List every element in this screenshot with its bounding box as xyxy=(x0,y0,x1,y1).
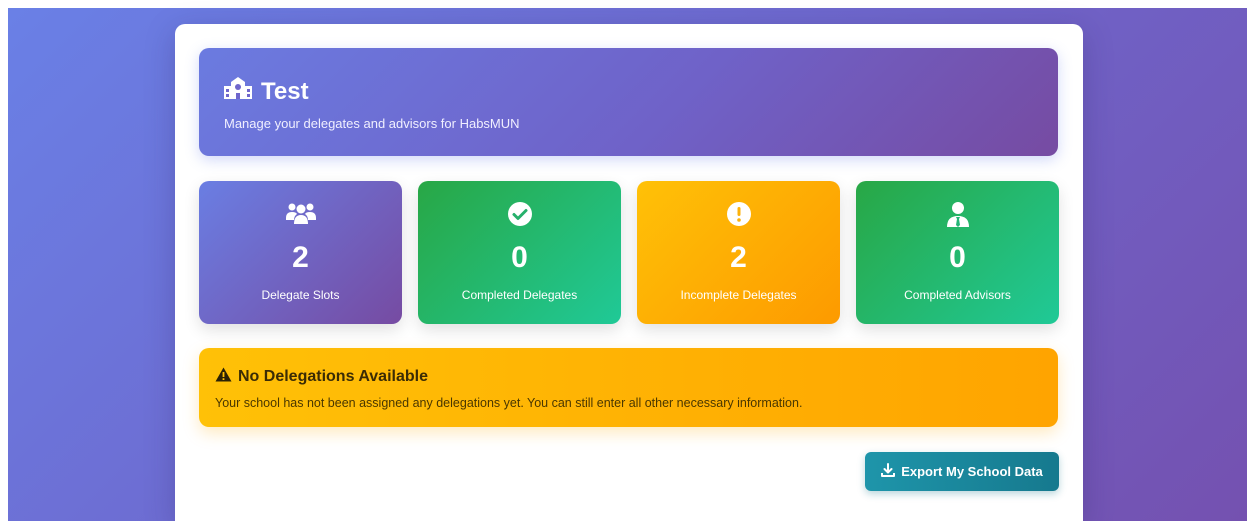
download-icon xyxy=(881,463,896,480)
stat-label: Completed Delegates xyxy=(461,288,578,302)
users-icon xyxy=(199,201,402,225)
user-tie-icon xyxy=(856,201,1059,227)
alert-title: No Delegations Available xyxy=(215,367,428,387)
stat-value: 2 xyxy=(292,241,309,274)
school-header: Test Manage your delegates and advisors … xyxy=(199,48,1058,156)
stat-card-incomplete-delegates: 2 Incomplete Delegates xyxy=(637,181,840,324)
stat-label: Delegate Slots xyxy=(261,288,340,302)
stat-card-delegate-slots: 2 Delegate Slots xyxy=(199,181,402,324)
stat-value: 0 xyxy=(511,241,528,274)
school-name: Test xyxy=(261,77,309,105)
school-icon xyxy=(223,76,253,107)
stat-card-completed-delegates: 0 Completed Delegates xyxy=(418,181,621,324)
school-title: Test xyxy=(223,76,309,107)
check-circle-icon xyxy=(418,201,621,227)
school-subtitle: Manage your delegates and advisors for H… xyxy=(224,116,520,131)
stat-label: Incomplete Delegates xyxy=(680,288,797,302)
main-panel: Test Manage your delegates and advisors … xyxy=(175,24,1083,521)
stat-card-completed-advisors: 0 Completed Advisors xyxy=(856,181,1059,324)
export-button-label: Export My School Data xyxy=(901,464,1043,479)
no-delegations-alert: No Delegations Available Your school has… xyxy=(199,348,1058,427)
stat-value: 2 xyxy=(730,241,747,274)
warning-icon xyxy=(215,367,232,387)
export-school-data-button[interactable]: Export My School Data xyxy=(865,452,1059,491)
alert-message: Your school has not been assigned any de… xyxy=(215,396,803,410)
stat-label: Completed Advisors xyxy=(904,288,1011,302)
stat-value: 0 xyxy=(949,241,966,274)
exclamation-circle-icon xyxy=(637,201,840,227)
alert-title-text: No Delegations Available xyxy=(238,368,428,385)
